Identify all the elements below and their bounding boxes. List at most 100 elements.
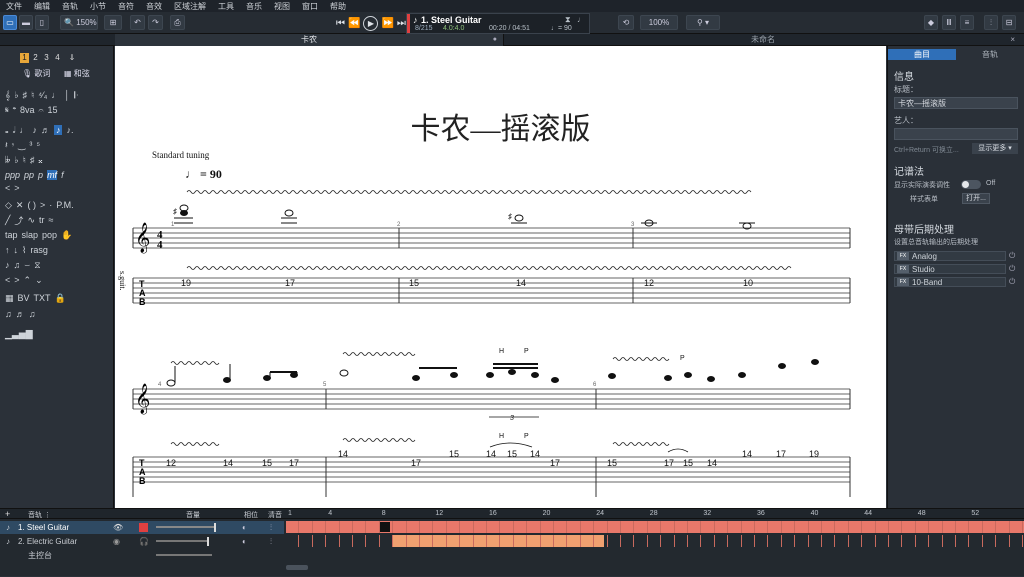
crescendo-icon[interactable]: < (5, 183, 10, 193)
tie-icon[interactable]: ‿ (18, 140, 25, 151)
bar-cell[interactable] (688, 535, 702, 547)
add-track-icon[interactable]: + (5, 509, 10, 519)
bar-cell[interactable] (782, 535, 796, 547)
bar-cell[interactable] (822, 535, 836, 547)
sharp2-icon[interactable]: ♯ (30, 155, 35, 165)
bar-cell[interactable] (701, 535, 715, 547)
speed-control[interactable]: 100% (640, 15, 678, 30)
volume-slider[interactable] (156, 526, 216, 528)
bar-cell[interactable] (648, 521, 662, 533)
bar-cell[interactable] (902, 521, 916, 533)
bar-cell[interactable] (474, 521, 487, 533)
fx-slot[interactable]: FX Studio (894, 264, 1006, 274)
bar-cell[interactable] (996, 535, 1010, 547)
down-stroke-icon[interactable]: ↓ (14, 245, 19, 255)
artist-field[interactable] (894, 128, 1018, 140)
accent-icon[interactable]: > (40, 200, 45, 210)
bar-cell[interactable] (460, 521, 474, 533)
chords-button[interactable]: ▦ 和弦 (64, 68, 90, 79)
zoom-select[interactable]: 🔍 150% (60, 15, 98, 30)
view-page-icon[interactable]: ▭ (3, 15, 17, 30)
trill-icon[interactable]: tr (39, 215, 45, 225)
text-icon[interactable]: TXT (34, 293, 51, 303)
bar-cell[interactable] (366, 521, 380, 533)
menu-item[interactable]: 工具 (212, 1, 240, 12)
bar-cell[interactable] (326, 521, 340, 533)
dead-note-icon[interactable]: ✕ (16, 200, 24, 211)
bar-cell[interactable] (581, 521, 595, 533)
sharp-icon[interactable]: ♯ (23, 90, 28, 100)
bar-cell[interactable] (862, 521, 876, 533)
redo-icon[interactable]: ↷ (148, 15, 163, 30)
bar-cell[interactable] (1010, 535, 1023, 547)
bar-cell[interactable] (929, 521, 943, 533)
segno-icon[interactable]: 𝄋 (5, 105, 9, 116)
dotted-note-icon[interactable]: ♪. (66, 125, 73, 135)
hand-icon[interactable]: ✋ (61, 230, 72, 241)
bar-cell[interactable] (634, 521, 648, 533)
title-field[interactable]: 卡农—摇滚版 (894, 97, 1018, 109)
bar-cell[interactable] (701, 521, 715, 533)
lyrics-button[interactable]: 🎙 歌词 (22, 68, 50, 79)
pan-knob-icon[interactable]: ◐ (242, 537, 247, 546)
timeline-scrollbar[interactable] (286, 565, 308, 570)
beam-icon[interactable]: ♫ (5, 309, 12, 319)
master-volume-slider[interactable] (156, 554, 212, 556)
bar-cell[interactable] (621, 535, 635, 547)
repeat-icon[interactable]: 𝄆 (74, 90, 78, 101)
voice-4-button[interactable]: 4 (53, 53, 62, 63)
bar-cell[interactable] (661, 535, 675, 547)
bar-cell[interactable] (983, 535, 997, 547)
bar-cell[interactable] (782, 521, 796, 533)
bar-cell[interactable] (675, 521, 688, 533)
loop-icon[interactable]: ⟲ (618, 15, 634, 30)
half-note-icon[interactable]: 𝅗𝅥 (13, 125, 16, 136)
bar-cell[interactable] (554, 535, 568, 547)
double-flat-icon[interactable]: 𝄫 (5, 155, 10, 166)
menu-item[interactable]: 小节 (84, 1, 112, 12)
bar-cell[interactable] (353, 521, 367, 533)
next-bar-icon[interactable]: ⏩ (381, 18, 393, 29)
whole-note-icon[interactable]: 𝅝 (5, 125, 9, 136)
selected-duration-icon[interactable]: ♪ (53, 125, 63, 135)
decrescendo-icon[interactable]: > (14, 183, 19, 193)
bar-cell[interactable] (889, 521, 903, 533)
volume-handle[interactable] (214, 523, 216, 532)
show-more-button[interactable]: 显示更多 ▾ (972, 143, 1018, 154)
bar-cell[interactable] (621, 521, 635, 533)
bar-cell[interactable] (393, 521, 407, 533)
bar-cell[interactable] (447, 521, 461, 533)
bar-cell[interactable] (541, 535, 554, 547)
track-row[interactable]: ♪ 2. Electric Guitar ◉ 🎧 ◐ ⫶ (0, 535, 284, 548)
bar-cell[interactable] (822, 521, 836, 533)
bar-cell[interactable] (742, 521, 755, 533)
bar-cell[interactable] (983, 521, 997, 533)
bar-cell[interactable] (849, 535, 863, 547)
bar-cell[interactable] (527, 535, 541, 547)
panel-toggle-icon-3[interactable]: ≡ (960, 15, 974, 30)
rest2-icon[interactable]: 𝄾 (12, 140, 14, 151)
bar-cell[interactable] (407, 535, 420, 547)
view-vertical-icon[interactable]: ▯ (35, 15, 49, 30)
fifteen-icon[interactable]: 15 (48, 105, 58, 115)
bar-cell[interactable] (420, 521, 434, 533)
bar-cell[interactable] (594, 521, 608, 533)
sixteenth-note-icon[interactable]: ♬ (41, 125, 50, 135)
bar-cell[interactable] (742, 535, 755, 547)
harmonic-icon[interactable]: ◇ (5, 200, 12, 211)
time-sig-icon[interactable]: ⁴⁄₄ (38, 90, 47, 100)
tuplet-icon[interactable]: ⁵ (36, 140, 40, 150)
menu-item[interactable]: 音符 (112, 1, 140, 12)
last-bar-icon[interactable]: ⏭ (397, 18, 406, 29)
pick-up-icon[interactable]: ⌃ (24, 275, 32, 286)
bar-cell[interactable] (460, 535, 474, 547)
bar-cell[interactable] (675, 535, 688, 547)
grace-note-icon[interactable]: ♪ (5, 260, 10, 270)
bar-cell[interactable] (313, 535, 327, 547)
pick-down-icon[interactable]: ⌄ (35, 275, 43, 286)
bar-cell[interactable] (715, 521, 729, 533)
bar-cell[interactable] (809, 535, 822, 547)
coda-icon[interactable]: 𝄌 (13, 105, 16, 116)
bar-cell[interactable] (380, 535, 394, 547)
flat-icon[interactable]: ♭ (14, 90, 18, 101)
